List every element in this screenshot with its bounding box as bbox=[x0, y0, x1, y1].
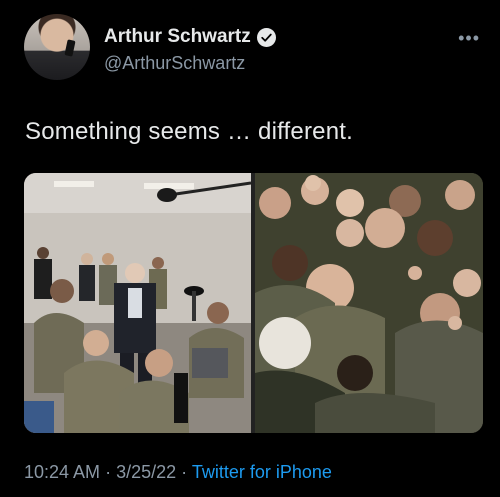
author-name-row: Arthur Schwartz bbox=[104, 26, 276, 48]
photo-left-scene bbox=[24, 173, 252, 433]
tweet-source-link[interactable]: Twitter for iPhone bbox=[192, 462, 332, 482]
meta-separator: · bbox=[105, 462, 112, 482]
tweet-date[interactable]: 3/25/22 bbox=[116, 462, 176, 482]
tweet-media[interactable] bbox=[24, 173, 483, 433]
avatar-phone-detail bbox=[64, 39, 76, 57]
more-options-icon[interactable]: ••• bbox=[458, 28, 480, 49]
tweet-metadata: 10:24 AM · 3/25/22 · Twitter for iPhone bbox=[24, 462, 332, 483]
verified-badge-icon bbox=[256, 27, 276, 47]
meta-separator-2: · bbox=[181, 462, 188, 482]
media-photo-left[interactable] bbox=[24, 173, 252, 433]
author-handle[interactable]: @ArthurSchwartz bbox=[104, 53, 245, 74]
photo-right-scene bbox=[255, 173, 483, 433]
author-avatar[interactable] bbox=[24, 14, 90, 80]
author-display-name[interactable]: Arthur Schwartz bbox=[104, 26, 251, 48]
media-photo-right[interactable] bbox=[255, 173, 483, 433]
tweet-text: Something seems … different. bbox=[25, 118, 353, 145]
tweet-time[interactable]: 10:24 AM bbox=[24, 462, 100, 482]
